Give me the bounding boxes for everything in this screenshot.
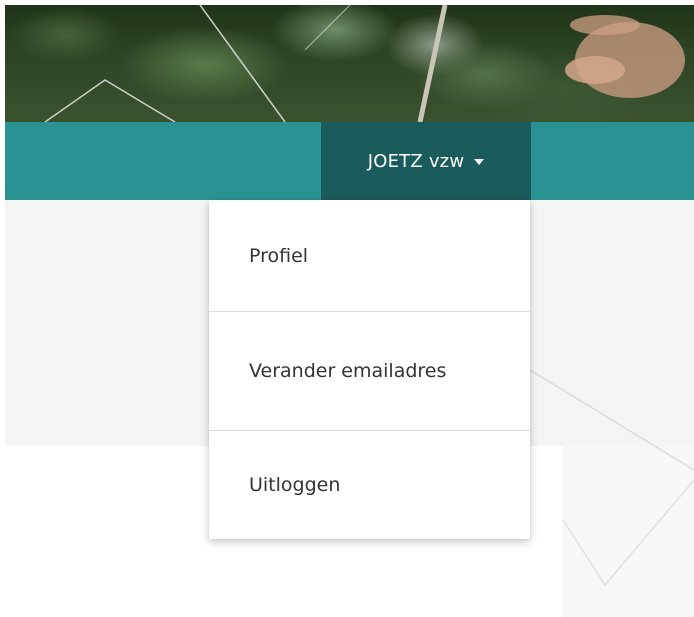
- menu-item-label: Uitloggen: [249, 474, 341, 496]
- menu-item-profiel[interactable]: Profiel: [209, 200, 530, 311]
- menu-item-verander-emailadres[interactable]: Verander emailadres: [209, 311, 530, 430]
- menu-item-label: Verander emailadres: [249, 360, 447, 382]
- menu-item-label: Profiel: [249, 244, 309, 267]
- menu-item-uitloggen[interactable]: Uitloggen: [209, 430, 530, 539]
- user-dropdown-menu: Profiel Verander emailadres Uitloggen: [209, 200, 530, 539]
